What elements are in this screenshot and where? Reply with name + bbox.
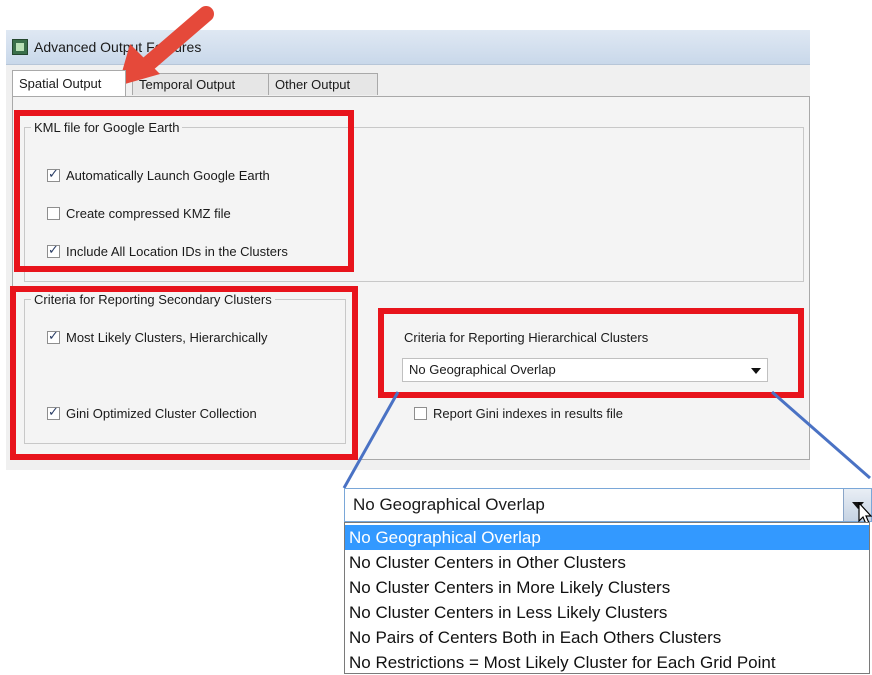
most-likely-hierarchical-option[interactable]: Most Likely Clusters, Hierarchically	[47, 329, 268, 345]
zoomed-select-value: No Geographical Overlap	[353, 495, 545, 514]
kml-group-legend: KML file for Google Earth	[34, 120, 180, 135]
gini-optimized-checkbox[interactable]	[47, 405, 60, 420]
tab-spatial-output[interactable]: Spatial Output	[12, 70, 126, 96]
include-location-ids-label: Include All Location IDs in the Clusters	[66, 244, 288, 259]
hierarchical-criteria-select[interactable]: No Geographical Overlap	[402, 358, 768, 382]
secondary-clusters-group: Criteria for Reporting Secondary Cluster…	[24, 292, 346, 444]
hierarchical-criteria-value: No Geographical Overlap	[409, 362, 556, 377]
secondary-clusters-legend: Criteria for Reporting Secondary Cluster…	[34, 292, 272, 307]
dropdown-option[interactable]: No Cluster Centers in More Likely Cluste…	[345, 575, 869, 600]
launch-google-earth-checkbox[interactable]	[47, 167, 60, 182]
dropdown-option[interactable]: No Restrictions = Most Likely Cluster fo…	[345, 650, 869, 675]
app-icon	[12, 39, 28, 55]
report-gini-checkbox[interactable]	[414, 407, 427, 420]
report-gini-label: Report Gini indexes in results file	[433, 406, 624, 421]
tab-other-output[interactable]: Other Output	[268, 73, 378, 95]
chevron-down-icon[interactable]	[751, 368, 761, 374]
report-gini-option[interactable]: Report Gini indexes in results file	[414, 406, 623, 421]
launch-google-earth-label: Automatically Launch Google Earth	[66, 168, 270, 183]
compressed-kmz-label: Create compressed KMZ file	[66, 206, 231, 221]
tab-temporal-output[interactable]: Temporal Output	[132, 73, 270, 95]
zoomed-hierarchical-select[interactable]: No Geographical Overlap	[344, 488, 872, 522]
most-likely-hierarchical-label: Most Likely Clusters, Hierarchically	[66, 330, 268, 345]
hierarchical-criteria-label: Criteria for Reporting Hierarchical Clus…	[404, 330, 649, 345]
compressed-kmz-option[interactable]: Create compressed KMZ file	[47, 206, 231, 221]
gini-optimized-label: Gini Optimized Cluster Collection	[66, 406, 257, 421]
dropdown-option[interactable]: No Geographical Overlap	[345, 525, 869, 550]
include-location-ids-option[interactable]: Include All Location IDs in the Clusters	[47, 243, 288, 259]
gini-optimized-option[interactable]: Gini Optimized Cluster Collection	[47, 405, 257, 421]
dropdown-option[interactable]: No Cluster Centers in Less Likely Cluste…	[345, 600, 869, 625]
dropdown-option[interactable]: No Pairs of Centers Both in Each Others …	[345, 625, 869, 650]
include-location-ids-checkbox[interactable]	[47, 243, 60, 258]
dropdown-option[interactable]: No Cluster Centers in Other Clusters	[345, 550, 869, 575]
title-bar: Advanced Output Features	[6, 30, 810, 65]
dropdown-options-list: No Geographical Overlap No Cluster Cente…	[344, 522, 870, 674]
launch-google-earth-option[interactable]: Automatically Launch Google Earth	[47, 167, 270, 183]
most-likely-hierarchical-checkbox[interactable]	[47, 329, 60, 344]
compressed-kmz-checkbox[interactable]	[47, 207, 60, 220]
window-title: Advanced Output Features	[34, 39, 202, 55]
